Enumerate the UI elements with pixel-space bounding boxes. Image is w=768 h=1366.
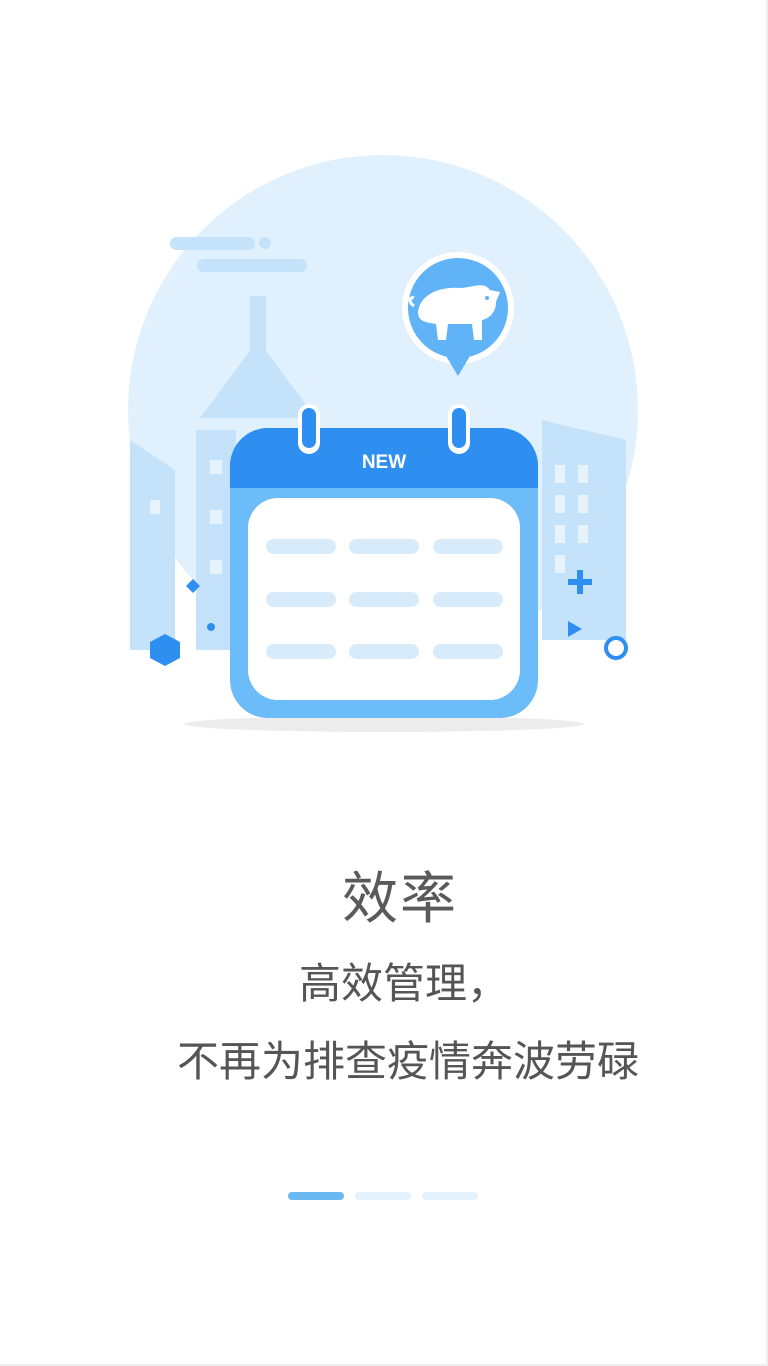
slide-title: 效率	[342, 867, 458, 932]
onboarding-screen: NEW 效率 高效管理， 不再为排查疫情奔波劳碌	[0, 0, 768, 1366]
page-dot-2[interactable]	[355, 1192, 411, 1200]
ground-shadow	[184, 716, 584, 732]
calendar-icon: NEW	[230, 404, 538, 718]
page-dot-3[interactable]	[422, 1192, 478, 1200]
page-indicator	[288, 1192, 480, 1200]
page-dot-1[interactable]	[288, 1192, 344, 1200]
slide-subtitle-line-2: 不再为排查疫情奔波劳碌	[176, 1037, 639, 1086]
calendar-new-label: NEW	[362, 452, 406, 473]
slide-subtitle-line-1: 高效管理，	[298, 959, 509, 1008]
circle-icon	[604, 636, 628, 660]
calendar-illustration: NEW	[128, 155, 638, 732]
dot-decoration	[207, 623, 215, 631]
